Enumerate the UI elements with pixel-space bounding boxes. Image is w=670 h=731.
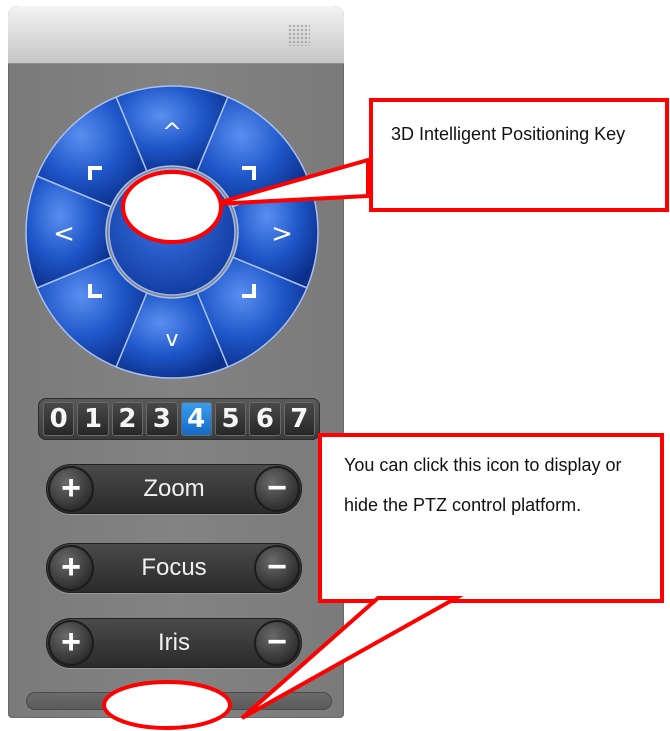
toggle-callout-pointer <box>240 596 464 720</box>
toggle-bar-highlight <box>102 680 232 730</box>
positioning-key-highlight <box>121 170 223 244</box>
positioning-callout-pointer <box>213 157 370 206</box>
annotation-overlay <box>102 157 464 730</box>
